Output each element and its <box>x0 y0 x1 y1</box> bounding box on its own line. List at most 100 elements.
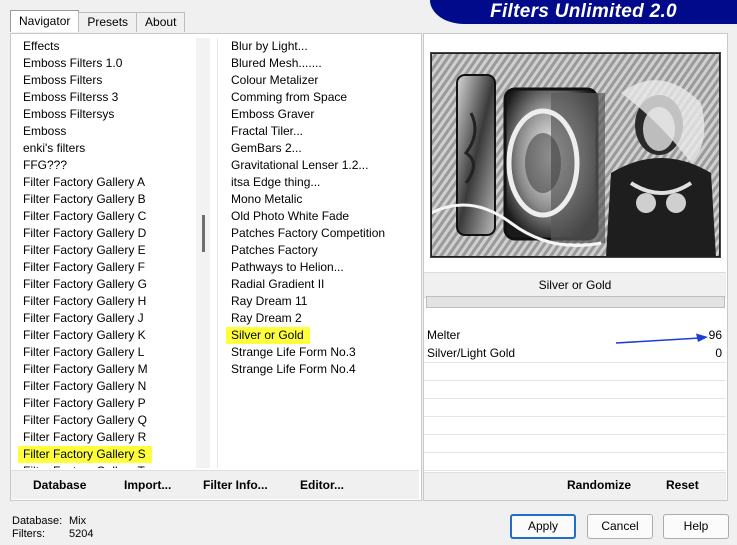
category-item-label: FFG??? <box>23 158 68 172</box>
filter-item[interactable]: Emboss Graver <box>224 106 409 123</box>
category-item-label: Filter Factory Gallery C <box>23 209 147 223</box>
preview-image <box>430 52 721 258</box>
editor-button[interactable]: Editor... <box>300 478 344 492</box>
category-list-viewport: Effects Emboss Filters 1.0 Emboss Filters E… <box>16 38 194 468</box>
tab-presets[interactable]: Presets <box>78 12 138 32</box>
filter-item[interactable]: Fractal Tiler... <box>224 123 409 140</box>
category-item[interactable]: Filter Factory Gallery G <box>16 276 186 293</box>
filter-item[interactable]: Mono Metalic <box>224 191 409 208</box>
param-label: Melter <box>427 328 461 342</box>
filter-list-viewport: Blur by Light... Blured Mesh....... Colour… <box>224 38 414 468</box>
category-item[interactable]: Filter Factory Gallery F <box>16 259 186 276</box>
filter-item[interactable]: Ray Dream 2 <box>224 310 409 327</box>
category-item-label: Filter Factory Gallery M <box>23 362 148 376</box>
import-button[interactable]: Import... <box>124 478 171 492</box>
filter-item[interactable]: GemBars 2... <box>224 140 409 157</box>
category-item[interactable]: Emboss Filters 1.0 <box>16 55 186 72</box>
category-item[interactable]: Filter Factory Gallery D <box>16 225 186 242</box>
filter-item-label: Emboss Graver <box>231 107 315 121</box>
category-item[interactable]: Emboss Filterss 3 <box>16 89 186 106</box>
filter-item[interactable]: Patches Factory Competition <box>224 225 409 242</box>
category-item[interactable]: Filter Factory Gallery K <box>16 327 186 344</box>
randomize-button[interactable]: Randomize <box>567 478 631 492</box>
filter-item-label: Comming from Space <box>231 90 348 104</box>
category-item-label: Filter Factory Gallery G <box>23 277 148 291</box>
filter-item[interactable]: Comming from Space <box>224 89 409 106</box>
category-item[interactable]: Effects <box>16 38 186 55</box>
category-item[interactable]: Filter Factory Gallery B <box>16 191 186 208</box>
category-item-label: Filter Factory Gallery R <box>23 430 147 444</box>
status-database-label: Database: <box>12 515 63 527</box>
filter-item[interactable]: Old Photo White Fade <box>224 208 409 225</box>
filter-item[interactable]: Patches Factory <box>224 242 409 259</box>
category-item-label: enki's filters <box>23 141 86 155</box>
category-item[interactable]: Filter Factory Gallery P <box>16 395 186 412</box>
category-item[interactable]: Filter Factory Gallery T <box>16 463 186 468</box>
category-scrollbar[interactable] <box>196 38 210 468</box>
category-item[interactable]: Filter Factory Gallery Q <box>16 412 186 429</box>
category-item[interactable]: FFG??? <box>16 157 186 174</box>
category-item[interactable]: Emboss Filtersys <box>16 106 186 123</box>
category-item[interactable]: Filter Factory Gallery R <box>16 429 186 446</box>
filter-item[interactable]: Pathways to Helion... <box>224 259 409 276</box>
category-item-label: Filter Factory Gallery P <box>23 396 146 410</box>
category-item-label: Filter Factory Gallery Q <box>23 413 148 427</box>
category-item[interactable]: Filter Factory Gallery C <box>16 208 186 225</box>
category-item[interactable]: Filter Factory Gallery J <box>16 310 186 327</box>
category-item-label: Filter Factory Gallery A <box>23 175 146 189</box>
filter-item[interactable]: Blured Mesh....... <box>224 55 409 72</box>
category-item[interactable]: Emboss <box>16 123 186 140</box>
filter-item[interactable]: Radial Gradient II <box>224 276 409 293</box>
status-database-value: Mix <box>69 515 87 527</box>
category-item[interactable]: Filter Factory Gallery M <box>16 361 186 378</box>
category-scrollbar-thumb[interactable] <box>202 215 205 252</box>
filter-item-label: Strange Life Form No.4 <box>231 362 356 376</box>
category-item-label: Emboss <box>23 124 67 138</box>
tab-about[interactable]: About <box>136 12 186 32</box>
help-button[interactable]: Help <box>663 514 729 539</box>
category-item[interactable]: Filter Factory Gallery E <box>16 242 186 259</box>
filter-item-label: GemBars 2... <box>231 141 302 155</box>
status-filters-label: Filters: <box>12 528 45 540</box>
category-item-label: Filter Factory Gallery F <box>23 260 146 274</box>
category-item[interactable]: Filter Factory Gallery L <box>16 344 186 361</box>
filter-info-button[interactable]: Filter Info... <box>203 478 268 492</box>
category-item[interactable]: Filter Factory Gallery A <box>16 174 186 191</box>
filter-item[interactable]: Colour Metalizer <box>224 72 409 89</box>
filter-item-label: Blured Mesh....... <box>231 56 322 70</box>
filter-item-label: Ray Dream 2 <box>231 311 302 325</box>
filter-item[interactable]: Gravitational Lenser 1.2... <box>224 157 409 174</box>
filter-name-label: Silver or Gold <box>424 272 726 298</box>
category-item-label: Filter Factory Gallery N <box>23 379 147 393</box>
category-item-label: Emboss Filtersys <box>23 107 115 121</box>
filter-item[interactable]: Strange Life Form No.4 <box>224 361 409 378</box>
filter-item[interactable]: Ray Dream 11 <box>224 293 409 310</box>
cancel-button[interactable]: Cancel <box>587 514 653 539</box>
status-filters-value: 5204 <box>69 528 94 540</box>
filter-item[interactable]: itsa Edge thing... <box>224 174 409 191</box>
category-item[interactable]: Emboss Filters <box>16 72 186 89</box>
filter-item-label: Strange Life Form No.3 <box>231 345 356 359</box>
filter-item[interactable]: Strange Life Form No.3 <box>224 344 409 361</box>
apply-button[interactable]: Apply <box>510 514 576 539</box>
filter-item[interactable]: Silver or Gold <box>224 327 409 344</box>
param-label: Silver/Light Gold <box>427 346 516 360</box>
category-item-label: Effects <box>23 39 60 53</box>
category-list[interactable]: Effects Emboss Filters 1.0 Emboss Filters E… <box>16 38 186 468</box>
category-item-label: Emboss Filters 1.0 <box>23 56 123 70</box>
category-item-label: Filter Factory Gallery H <box>23 294 147 308</box>
category-item[interactable]: Filter Factory Gallery S <box>16 446 186 463</box>
filter-list[interactable]: Blur by Light... Blured Mesh....... Colour… <box>224 38 409 378</box>
param-value[interactable]: 0 <box>715 345 722 362</box>
filter-item[interactable]: Blur by Light... <box>224 38 409 55</box>
tab-navigator[interactable]: Navigator <box>10 10 80 32</box>
filter-item-label: Patches Factory <box>231 243 318 257</box>
category-item[interactable]: Filter Factory Gallery N <box>16 378 186 395</box>
category-item[interactable]: enki's filters <box>16 140 186 157</box>
empty-param-row <box>424 417 726 435</box>
category-item-label: Emboss Filterss 3 <box>23 90 119 104</box>
reset-button[interactable]: Reset <box>666 478 699 492</box>
category-item[interactable]: Filter Factory Gallery H <box>16 293 186 310</box>
category-item-label: Filter Factory Gallery T <box>23 464 145 468</box>
database-button[interactable]: Database <box>33 478 86 492</box>
